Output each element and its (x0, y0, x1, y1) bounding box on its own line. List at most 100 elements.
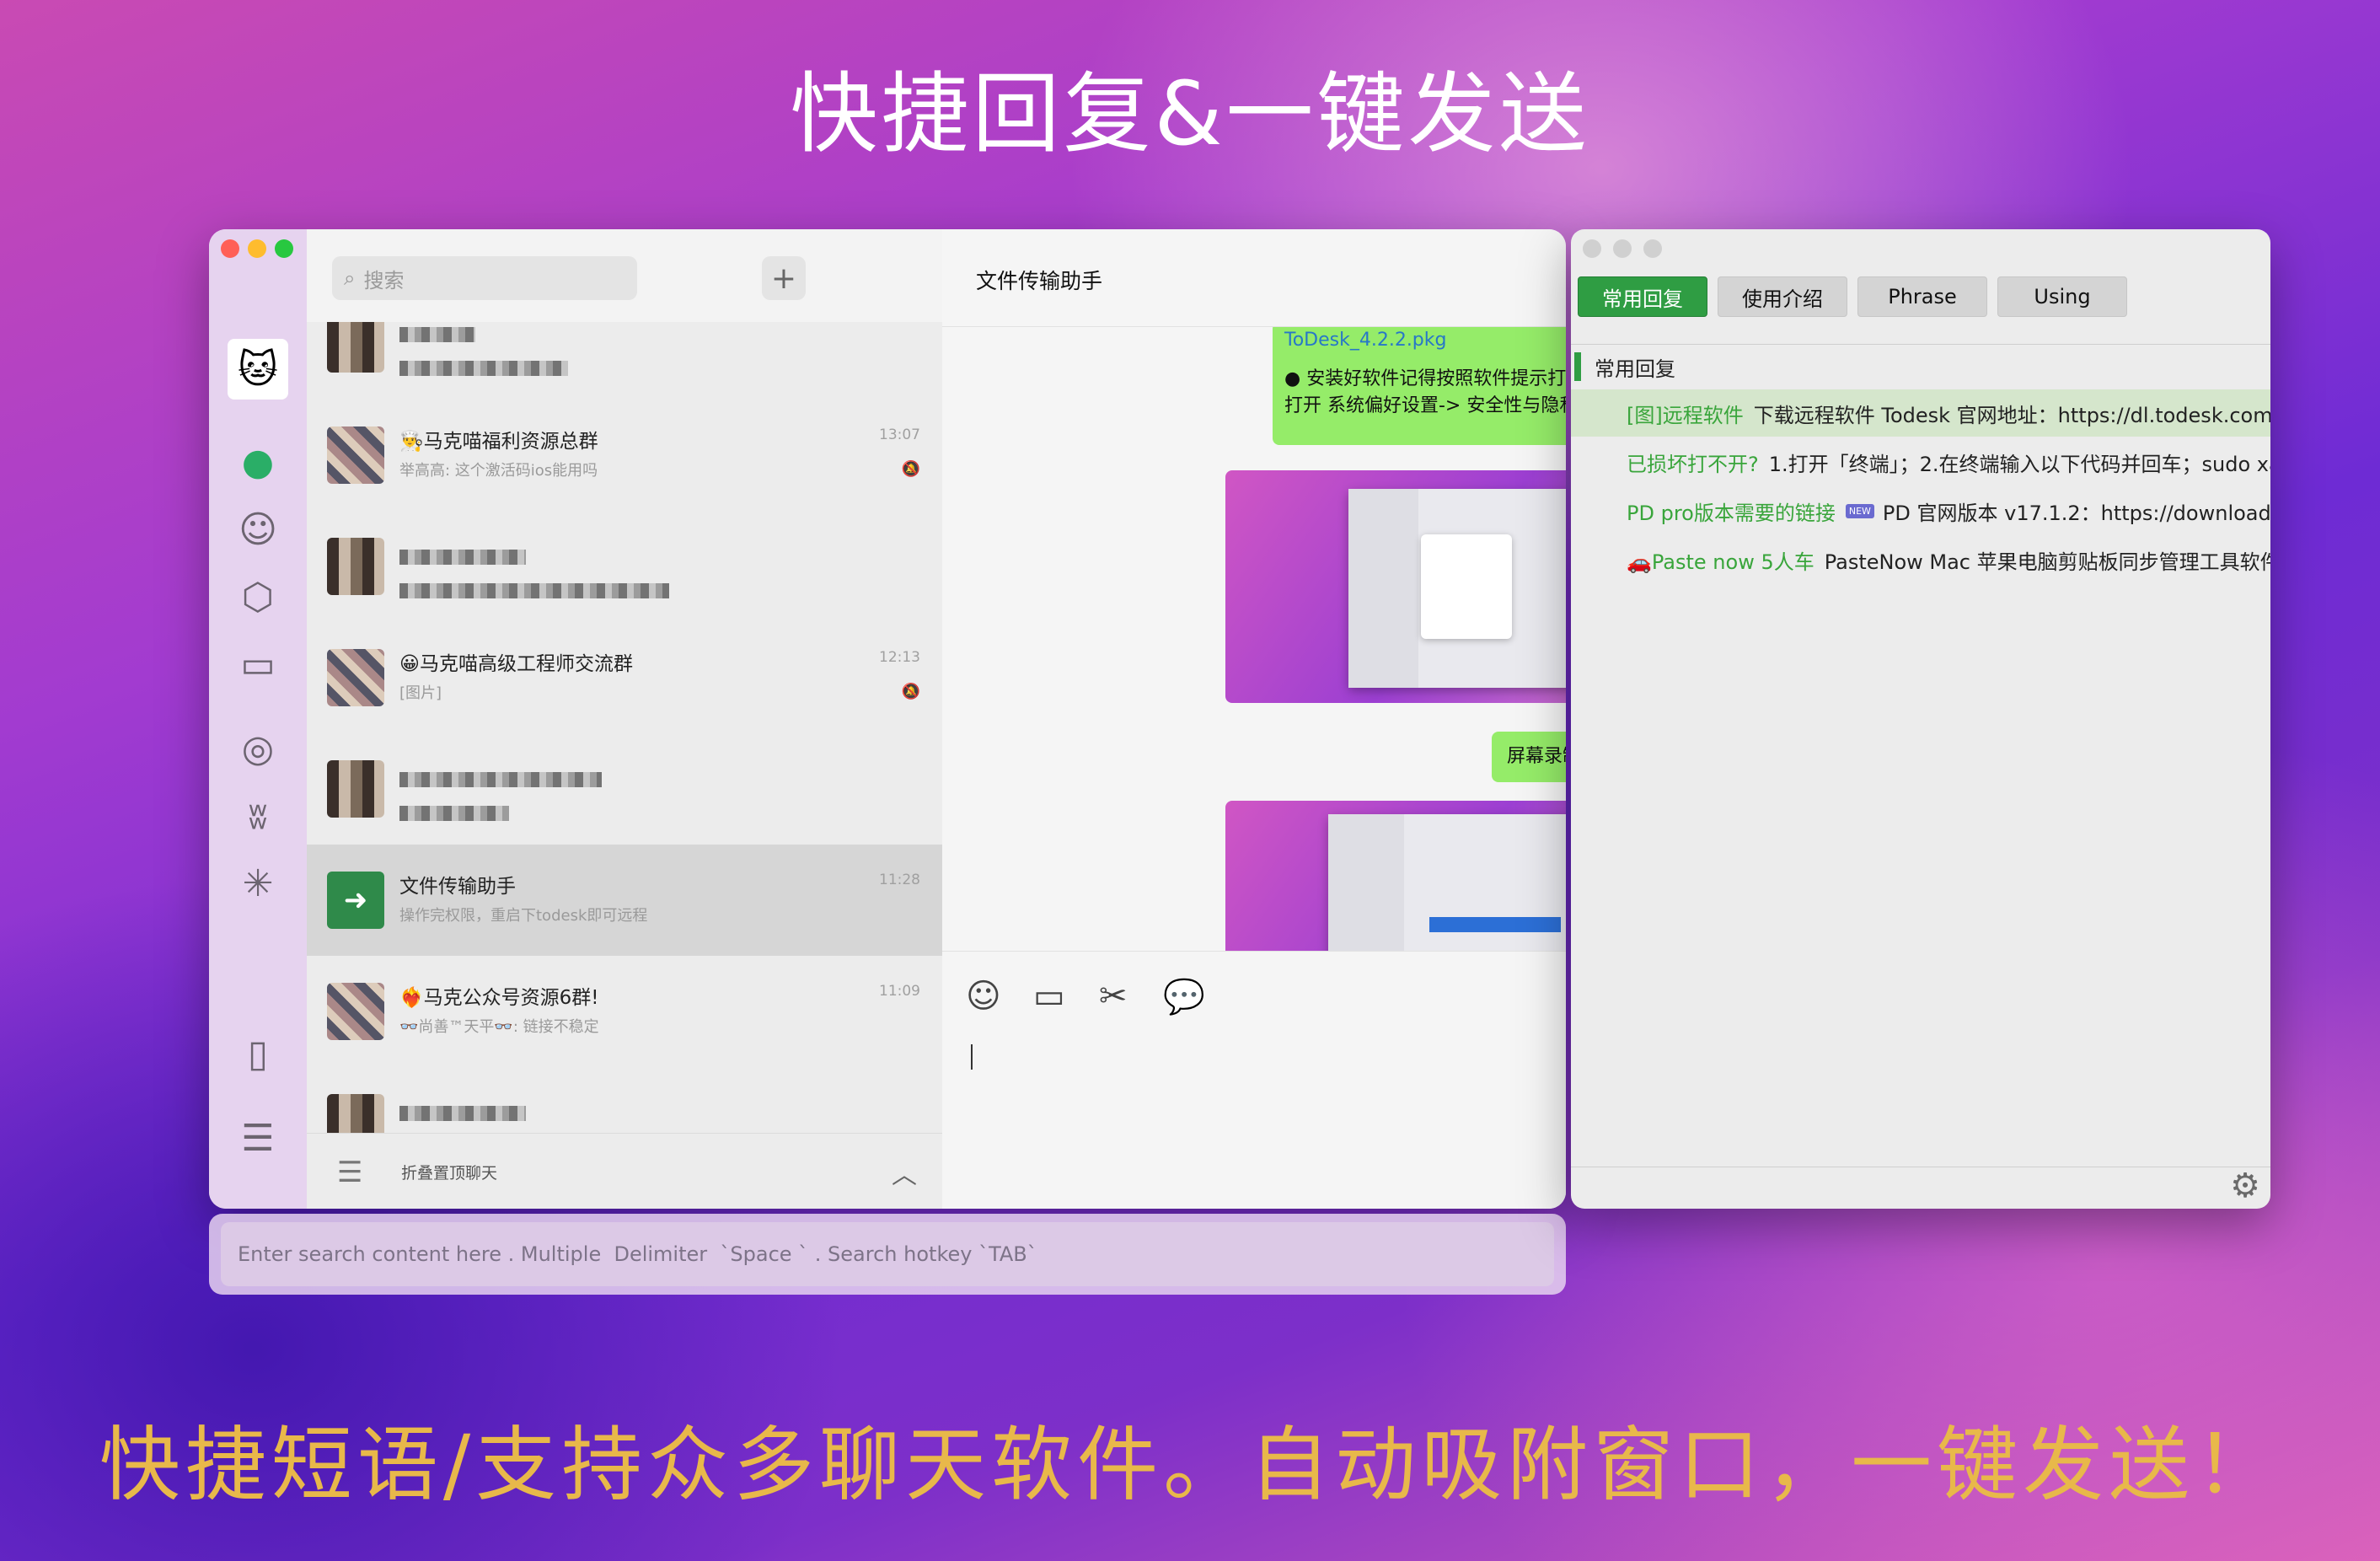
screenshot-image[interactable] (1225, 801, 1566, 951)
zoom-button[interactable] (275, 239, 293, 258)
message-bubble: ToDesk_4.2.2.pkg ● 安装好软件记得按照软件提示打开权限 打开 … (1273, 327, 1566, 445)
aperture-icon[interactable]: ◎ (209, 723, 307, 774)
emoji-icon[interactable]: ☺ (966, 977, 1001, 1016)
list-item[interactable]: 👨‍🍳马克喵福利资源总群 举高高: 这个激活码ios能用吗 13:07 🔕 (307, 400, 942, 511)
message-line: ● 安装好软件记得按照软件提示打开权限 (1284, 368, 1566, 389)
blurred-preview (399, 583, 669, 598)
search-placeholder: 搜索 (363, 268, 405, 292)
reply-row[interactable]: 已损坏打不开? 1.打开「终端」；2.在终端输入以下代码并回车；sudo xat… (1571, 438, 2270, 485)
search-icon: ⌕ (344, 266, 356, 290)
blurred-name (399, 327, 475, 342)
scissors-icon[interactable]: ✂ (1099, 977, 1128, 1016)
folder-icon[interactable]: ▭ (1033, 977, 1065, 1016)
bottom-bar: ⚙ (1571, 1167, 2270, 1209)
zoom-button[interactable] (1643, 239, 1662, 258)
add-button[interactable]: + (762, 256, 806, 300)
file-name[interactable]: ToDesk_4.2.2.pkg (1284, 327, 1566, 354)
composer: ☺ ▭ ✂ 💬 (942, 951, 1566, 1209)
butterfly-icon[interactable]: ʬ (209, 791, 307, 841)
conversation-preview: [图片] (399, 684, 442, 702)
screenshot-window (1328, 814, 1566, 951)
conversation-list-pane: ⌕ 搜索 + 👨‍🍳马克喵福利资源总群 举高高: 这个激活码ios能用吗 13:… (307, 229, 942, 1209)
user-avatar[interactable]: 🐱 (228, 339, 288, 400)
screenshot-window (1348, 489, 1566, 688)
conversation-pane: 文件传输助手 ToDesk_4.2.2.pkg ● 安装好软件记得按照软件提示打… (942, 229, 1566, 1209)
quick-search-bar (209, 1214, 1566, 1295)
avatar (327, 538, 384, 595)
avatar: ➜ (327, 872, 384, 929)
message-line: 屏幕录制一个权限 (1507, 746, 1566, 767)
list-item[interactable]: 😀马克喵高级工程师交流群 [图片] 12:13 🔕 (307, 622, 942, 733)
list-item[interactable] (307, 322, 942, 400)
conversation-name: 文件传输助手 (399, 876, 516, 898)
password-dialog (1421, 534, 1512, 639)
conversation-header: 文件传输助手 (942, 229, 1566, 327)
tab-phrase[interactable]: Phrase (1857, 276, 1987, 317)
list-header: ⌕ 搜索 + (307, 229, 942, 322)
avatar (327, 1094, 384, 1133)
chat-bubble-icon[interactable]: ● (209, 437, 307, 487)
avatar (327, 426, 384, 484)
conversation-preview: 举高高: 这个激活码ios能用吗 (399, 462, 598, 480)
blurred-preview (399, 806, 509, 821)
list-item[interactable] (307, 1067, 942, 1133)
divider (1571, 344, 2270, 345)
tab-usage-intro[interactable]: 使用介绍 (1718, 276, 1847, 317)
quick-search-input[interactable] (221, 1222, 1554, 1286)
close-button[interactable] (1583, 239, 1601, 258)
reply-row[interactable]: PD pro版本需要的链接 NEW PD 官网版本 v17.1.2：https:… (1571, 487, 2270, 534)
reply-key: 🚗Paste now 5人车 (1627, 550, 1814, 574)
mute-icon: 🔕 (901, 683, 920, 700)
reply-key: 已损坏打不开? (1627, 452, 1759, 476)
conversation-list: 👨‍🍳马克喵福利资源总群 举高高: 这个激活码ios能用吗 13:07 🔕 😀马… (307, 322, 942, 1133)
left-rail: 🐱 ● ☺ ⬡ ▭ ◎ ʬ ✳ ▯ ☰ (209, 229, 307, 1209)
close-button[interactable] (221, 239, 239, 258)
fold-label: 折叠置顶聊天 (401, 1164, 498, 1183)
highlighted-row (1429, 917, 1561, 932)
list-item[interactable]: ❤️‍🔥马克公众号资源6群! 👓尚善™天平👓: 链接不稳定 11:09 (307, 956, 942, 1067)
list-item[interactable] (307, 511, 942, 622)
reply-row[interactable]: [图]远程软件 下载远程软件 Todesk 官网地址：https://dl.to… (1571, 389, 2270, 437)
reply-key: [图]远程软件 (1627, 403, 1744, 427)
phone-icon[interactable]: ▯ (209, 1028, 307, 1079)
chat-history-icon[interactable]: 💬 (1163, 977, 1205, 1017)
window-controls (221, 239, 293, 258)
avatar (327, 760, 384, 818)
message-area: ToDesk_4.2.2.pkg ● 安装好软件记得按照软件提示打开权限 打开 … (942, 327, 1566, 951)
screenshot-image[interactable] (1225, 470, 1566, 703)
reply-value: 1.打开「终端」；2.在终端输入以下代码并回车；sudo xattr -rd (1768, 452, 2270, 476)
list-item-selected[interactable]: ➜ 文件传输助手 操作完权限，重启下todesk即可远程 11:28 (307, 845, 942, 956)
tab-using[interactable]: Using (1997, 276, 2127, 317)
blurred-preview (399, 361, 568, 376)
search-field[interactable]: ⌕ 搜索 (332, 256, 637, 300)
footline: 快捷短语/支持众多聊天软件。自动吸附窗口，一键发送！ (99, 1418, 2281, 1512)
quick-reply-window: 常用回复 使用介绍 Phrase Using 常用回复 [图]远程软件 下载远程… (1571, 229, 2270, 1209)
minimize-button[interactable] (1613, 239, 1632, 258)
message-bubble: 屏幕录制一个权限 (1492, 732, 1566, 782)
avatar (327, 983, 384, 1040)
file-transfer-icon: ➜ (343, 883, 368, 917)
section-title: 常用回复 (1574, 352, 1675, 381)
list-icon: ☰ (337, 1156, 363, 1189)
tab-common-reply[interactable]: 常用回复 (1578, 276, 1707, 317)
headline: 快捷回复&一键发送 (790, 62, 1590, 165)
window-controls (1583, 239, 1662, 258)
conversation-time: 13:07 (879, 426, 920, 443)
folder-icon[interactable]: ▭ (209, 639, 307, 689)
sparkle-icon[interactable]: ✳ (209, 858, 307, 909)
gear-icon[interactable]: ⚙ (2230, 1167, 2260, 1205)
list-item[interactable] (307, 733, 942, 845)
conversation-title: 文件传输助手 (976, 269, 1103, 293)
chevron-up-icon[interactable]: ︿ (892, 1154, 917, 1191)
minimize-button[interactable] (248, 239, 266, 258)
blurred-name (399, 550, 526, 565)
cube-icon[interactable]: ⬡ (209, 571, 307, 622)
fold-pinned-bar[interactable]: ☰ 折叠置顶聊天 ︿ (307, 1133, 942, 1209)
blurred-name (399, 1106, 526, 1121)
chat-window: 🐱 ● ☺ ⬡ ▭ ◎ ʬ ✳ ▯ ☰ ⌕ 搜索 + (209, 229, 1566, 1209)
conversation-preview: 操作完权限，重启下todesk即可远程 (399, 907, 648, 925)
reply-row[interactable]: 🚗Paste now 5人车 PasteNow Mac 苹果电脑剪贴板同步管理工… (1571, 536, 2270, 583)
menu-icon[interactable]: ☰ (209, 1113, 307, 1163)
text-caret[interactable] (971, 1044, 973, 1070)
contacts-icon[interactable]: ☺ (209, 504, 307, 555)
